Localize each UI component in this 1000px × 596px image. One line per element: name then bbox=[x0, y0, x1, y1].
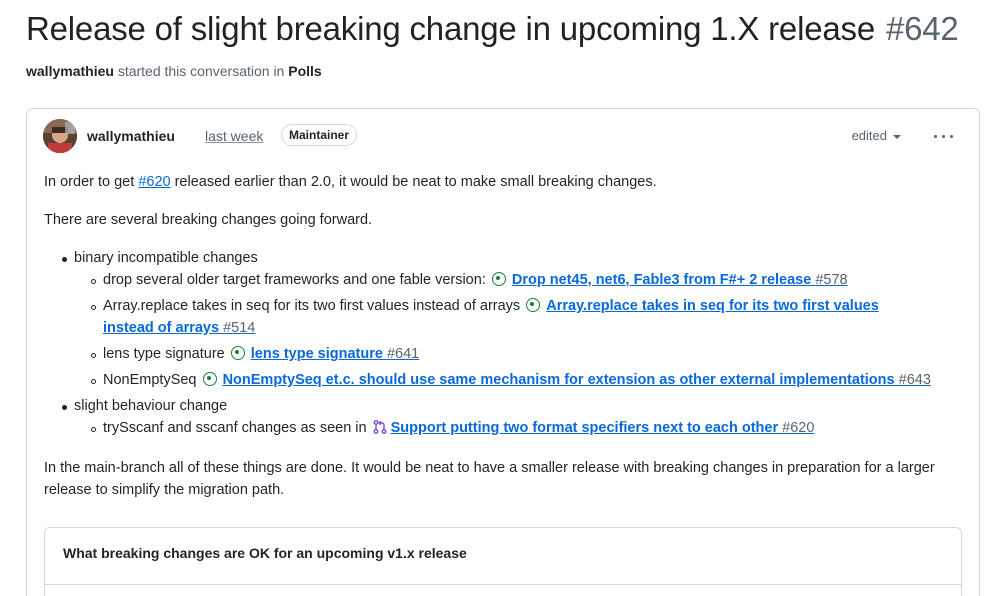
discussion-meta: wallymathieu started this conversation i… bbox=[26, 63, 322, 79]
comment-card: wallymathieu last week Maintainer edited… bbox=[26, 108, 980, 596]
list-item: lens type signature lens type signature … bbox=[103, 346, 420, 362]
more-options-icon[interactable] bbox=[931, 127, 957, 145]
list-item: trySscanf and sscanf changes as seen in … bbox=[103, 419, 815, 436]
edited-dropdown[interactable]: edited bbox=[852, 128, 901, 143]
bullet-circle bbox=[91, 379, 96, 384]
issue-link-620[interactable]: #620 bbox=[138, 174, 170, 190]
list-item: Array.replace takes in seq for its two f… bbox=[103, 298, 879, 314]
comment-header: wallymathieu last week Maintainer edited bbox=[43, 119, 963, 153]
discussion-title-text: Release of slight breaking change in upc… bbox=[26, 10, 875, 47]
pr-link-620[interactable]: Support putting two format specifiers ne… bbox=[391, 420, 815, 436]
bullet-disc bbox=[62, 405, 67, 410]
discussion-started-text: started this conversation in bbox=[117, 63, 285, 79]
issue-open-icon bbox=[230, 346, 245, 360]
issue-link-514-line1[interactable]: Array.replace takes in seq for its two f… bbox=[546, 298, 879, 314]
bullet-circle bbox=[91, 305, 96, 310]
discussion-title: Release of slight breaking change in upc… bbox=[26, 10, 959, 48]
avatar[interactable] bbox=[43, 119, 77, 153]
poll-divider bbox=[45, 584, 961, 585]
issue-open-icon bbox=[202, 372, 217, 386]
list-item: binary incompatible changes bbox=[74, 250, 258, 266]
bullet-circle bbox=[91, 353, 96, 358]
paragraph-main-branch: In the main-branch all of these things a… bbox=[44, 460, 935, 498]
bullet-circle bbox=[91, 427, 96, 432]
edited-label: edited bbox=[851, 128, 887, 143]
issue-link-643[interactable]: NonEmptySeq et.c. should use same mechan… bbox=[223, 372, 931, 388]
list-item-continuation: instead of arrays #514 bbox=[103, 317, 255, 339]
avatar-image bbox=[43, 119, 77, 153]
poll-card: What breaking changes are OK for an upco… bbox=[44, 527, 962, 596]
paragraph-several: There are several breaking changes going… bbox=[44, 212, 373, 228]
issue-open-icon bbox=[526, 298, 541, 312]
list-item: slight behaviour change bbox=[74, 398, 228, 414]
discussion-category-link[interactable]: Polls bbox=[288, 63, 321, 79]
list-item: drop several older target frameworks and… bbox=[103, 272, 848, 288]
discussion-author-link[interactable]: wallymathieu bbox=[26, 63, 114, 79]
paragraph-intro: In order to get #620 released earlier th… bbox=[44, 174, 657, 190]
discussion-number: #642 bbox=[885, 10, 959, 47]
issue-link-641[interactable]: lens type signature #641 bbox=[251, 346, 419, 362]
caret-down-icon bbox=[893, 134, 901, 139]
poll-question: What breaking changes are OK for an upco… bbox=[63, 545, 467, 561]
list-item: NonEmptySeq NonEmptySeq et.c. should use… bbox=[103, 372, 931, 388]
bullet-circle bbox=[91, 279, 96, 284]
comment-timestamp[interactable]: last week bbox=[205, 128, 263, 144]
issue-open-icon bbox=[491, 272, 506, 286]
pull-request-icon bbox=[373, 419, 387, 435]
issue-link-514-line2[interactable]: instead of arrays #514 bbox=[103, 320, 255, 336]
comment-author[interactable]: wallymathieu bbox=[87, 128, 175, 144]
maintainer-badge: Maintainer bbox=[281, 124, 358, 146]
issue-link-578[interactable]: Drop net45, net6, Fable3 from F#+ 2 rele… bbox=[512, 272, 848, 288]
bullet-disc bbox=[62, 257, 67, 262]
